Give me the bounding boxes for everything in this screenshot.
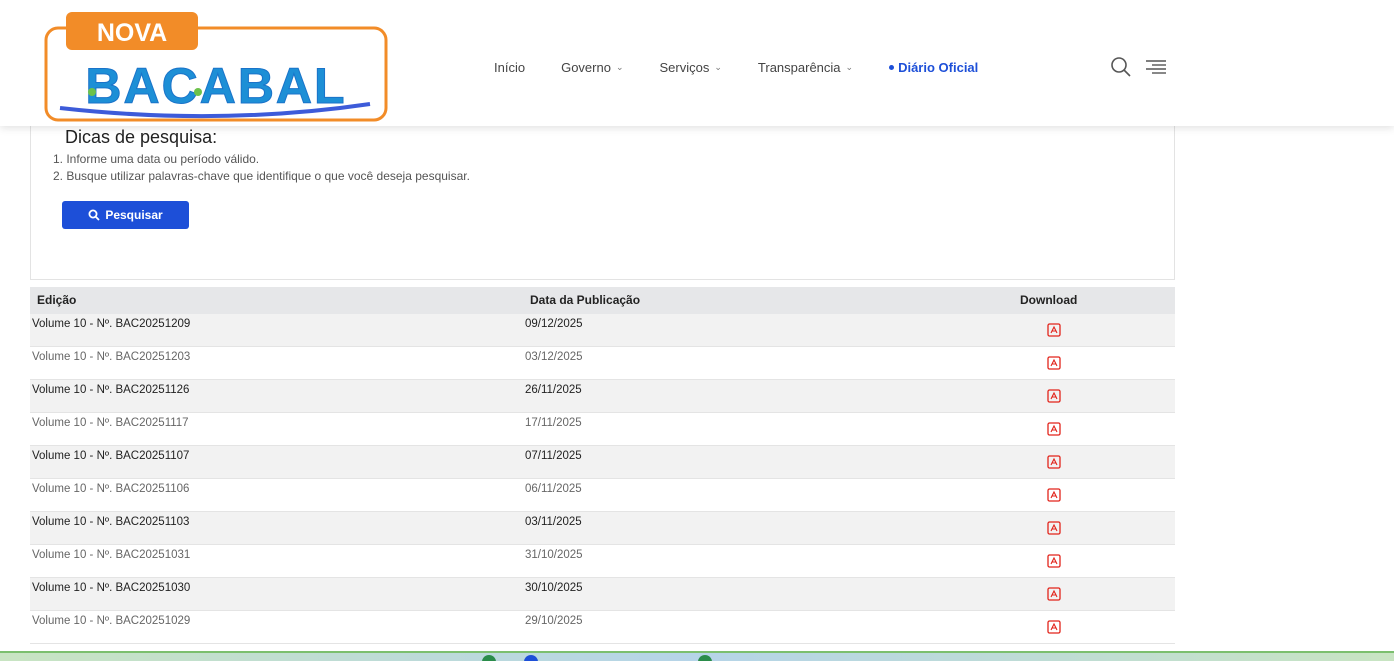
table-row: Volume 10 - Nº. BAC20251117 17/11/2025 [30, 413, 1175, 446]
date-cell: 26/11/2025 [525, 384, 582, 396]
table-row: Volume 10 - Nº. BAC20251030 30/10/2025 [30, 578, 1175, 611]
edition-cell: Volume 10 - Nº. BAC20251106 [32, 483, 190, 495]
edition-cell: Volume 10 - Nº. BAC20251209 [32, 318, 191, 330]
table-row: Volume 10 - Nº. BAC20251106 06/11/2025 [30, 479, 1175, 512]
menu-icon[interactable] [1144, 58, 1168, 76]
date-cell: 30/10/2025 [525, 582, 583, 594]
pdf-download-icon[interactable] [1047, 389, 1061, 406]
pdf-download-icon[interactable] [1047, 521, 1061, 538]
bottom-dot [482, 655, 496, 661]
date-cell: 03/12/2025 [525, 351, 583, 363]
edition-cell: Volume 10 - Nº. BAC20251107 [32, 450, 190, 462]
bottom-dot [698, 655, 712, 661]
site-logo[interactable]: NOVA BACABAL [40, 8, 392, 126]
chevron-down-icon: ⌄ [714, 62, 722, 72]
header-download: Download [1020, 293, 1078, 307]
bottom-dot [524, 655, 538, 661]
search-tips-card: Dicas de pesquisa: 1. Informe uma data o… [30, 110, 1175, 280]
table-row: Volume 10 - Nº. BAC20251103 03/11/2025 [30, 512, 1175, 545]
nav-item-1[interactable]: Governo ⌄ [561, 60, 623, 75]
nav-item-label: Transparência [757, 60, 841, 75]
nav-item-3[interactable]: Transparência ⌄ [758, 60, 853, 75]
logo-bottom-text: BACABAL [85, 58, 346, 114]
pdf-download-icon[interactable] [1047, 323, 1061, 340]
pdf-download-icon[interactable] [1047, 422, 1061, 439]
pdf-download-icon[interactable] [1047, 554, 1061, 571]
table-body: Volume 10 - Nº. BAC20251209 09/12/2025 Vol… [30, 314, 1175, 644]
edition-cell: Volume 10 - Nº. BAC20251031 [32, 549, 191, 561]
nav-item-4[interactable]: Diário Oficial [889, 60, 978, 75]
search-button[interactable]: Pesquisar [62, 201, 189, 229]
date-cell: 29/10/2025 [525, 615, 583, 627]
nav-item-label: Governo [561, 60, 611, 75]
header-edition: Edição [37, 293, 77, 307]
table-row: Volume 10 - Nº. BAC20251203 03/12/2025 [30, 347, 1175, 380]
edition-cell: Volume 10 - Nº. BAC20251030 [32, 582, 191, 594]
edition-cell: Volume 10 - Nº. BAC20251029 [32, 615, 191, 627]
search-icon[interactable] [1110, 56, 1132, 78]
tip-item: 2. Busque utilizar palavras-chave que id… [53, 169, 470, 183]
edition-cell: Volume 10 - Nº. BAC20251117 [32, 417, 189, 429]
editions-table: Edição Data da Publicação Download Volum… [30, 287, 1175, 644]
table-row: Volume 10 - Nº. BAC20251031 31/10/2025 [30, 545, 1175, 578]
pdf-download-icon[interactable] [1047, 455, 1061, 472]
header-date: Data da Publicação [530, 293, 641, 307]
header-actions [1110, 56, 1168, 78]
table-row: Volume 10 - Nº. BAC20251209 09/12/2025 [30, 314, 1175, 347]
table-row: Volume 10 - Nº. BAC20251029 29/10/2025 [30, 611, 1175, 644]
nav-item-label: Diário Oficial [898, 60, 979, 75]
bottom-bar [0, 651, 1394, 661]
pdf-download-icon[interactable] [1047, 587, 1061, 604]
active-dot-icon [889, 65, 895, 70]
edition-cell: Volume 10 - Nº. BAC20251203 [32, 351, 191, 363]
pdf-download-icon[interactable] [1047, 620, 1061, 637]
site-header: NOVA BACABAL Início Governo ⌄ Serviços ⌄ Tran… [0, 0, 1394, 126]
date-cell: 17/11/2025 [525, 417, 582, 429]
search-button-label: Pesquisar [105, 208, 163, 222]
nav-item-label: Serviços [659, 60, 710, 75]
tips-list: 1. Informe uma data ou período válido. 2… [53, 151, 470, 185]
chevron-down-icon: ⌄ [845, 62, 854, 72]
chevron-down-icon: ⌄ [615, 62, 624, 72]
edition-cell: Volume 10 - Nº. BAC20251103 [32, 516, 190, 528]
tips-title: Dicas de pesquisa: [65, 127, 218, 147]
date-cell: 31/10/2025 [525, 549, 583, 561]
date-cell: 07/11/2025 [525, 450, 582, 462]
nav-item-0[interactable]: Início [494, 60, 525, 75]
date-cell: 09/12/2025 [525, 318, 583, 330]
pdf-download-icon[interactable] [1047, 488, 1061, 505]
date-cell: 03/11/2025 [525, 516, 582, 528]
nova-bacabal-logo: NOVA BACABAL [44, 12, 388, 122]
nav-item-label: Início [494, 60, 526, 75]
tip-item: 1. Informe uma data ou período válido. [53, 152, 260, 166]
pdf-download-icon[interactable] [1047, 356, 1061, 373]
main-nav: Início Governo ⌄ Serviços ⌄ Transparência ⌄ Diá… [494, 60, 978, 75]
table-row: Volume 10 - Nº. BAC20251126 26/11/2025 [30, 380, 1175, 413]
table-row: Volume 10 - Nº. BAC20251107 07/11/2025 [30, 446, 1175, 479]
search-icon [88, 209, 100, 221]
logo-top-text: NOVA [97, 19, 167, 47]
edition-cell: Volume 10 - Nº. BAC20251126 [32, 384, 190, 396]
nav-item-2[interactable]: Serviços ⌄ [660, 60, 722, 75]
date-cell: 06/11/2025 [525, 483, 582, 495]
table-header: Edição Data da Publicação Download [30, 287, 1175, 314]
